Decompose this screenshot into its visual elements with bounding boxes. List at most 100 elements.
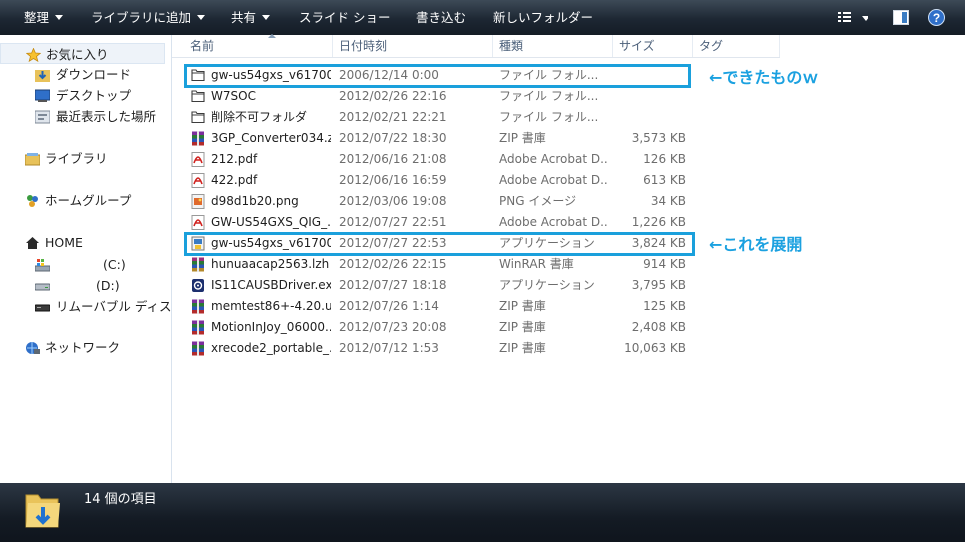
file-size: 10,063 KB [624, 341, 686, 355]
table-row[interactable]: hunuaacap2563.lzh 2012/02/26 22:15 WinRAR … [172, 254, 792, 275]
home-icon [25, 235, 40, 249]
share-label: 共有 [231, 10, 257, 25]
zip-file-icon [191, 341, 205, 356]
column-tags[interactable]: タグ [693, 35, 780, 57]
column-tags-label: タグ [699, 39, 724, 53]
nav-item-label: (D:) [96, 278, 120, 293]
file-type: ZIP 書庫 [499, 299, 546, 313]
table-row[interactable]: xrecode2_portable_... 2012/07/12 1:53 ZIP … [172, 338, 792, 359]
column-name-label: 名前 [190, 39, 215, 53]
new-folder-button[interactable]: 新しいフォルダー [493, 0, 593, 35]
file-name: MotionInJoy_06000... [211, 320, 331, 334]
file-date: 2012/02/26 22:15 [339, 257, 447, 271]
table-row[interactable]: GW-US54GXS_QIG_... 2012/07/27 22:51 Adobe … [172, 212, 792, 233]
table-row[interactable]: MotionInJoy_06000... 2012/07/23 20:08 ZIP … [172, 317, 792, 338]
nav-item-label: (C:) [103, 257, 126, 272]
column-size[interactable]: サイズ [613, 35, 693, 57]
organize-button[interactable]: 整理 [24, 0, 64, 35]
share-button[interactable]: 共有 [231, 0, 271, 35]
drive-icon [34, 278, 51, 292]
file-date: 2012/06/16 16:59 [339, 173, 447, 187]
file-size: 3,573 KB [631, 131, 686, 145]
file-type: ファイル フォル... [499, 89, 599, 103]
file-date: 2012/06/16 21:08 [339, 152, 447, 166]
system-drive-icon [34, 257, 51, 272]
file-date: 2012/07/23 20:08 [339, 320, 447, 334]
preview-pane-icon[interactable] [893, 10, 909, 28]
file-size: 3,795 KB [631, 278, 686, 292]
add-to-library-button[interactable]: ライブラリに追加 [91, 0, 206, 35]
table-row[interactable]: 削除不可フォルダ 2012/02/21 22:21 ファイル フォル... [172, 107, 792, 128]
organize-label: 整理 [24, 10, 50, 25]
download-folder-icon [35, 67, 50, 82]
column-type[interactable]: 種類 [493, 35, 613, 57]
file-size: 914 KB [643, 257, 686, 271]
file-type: アプリケーション [499, 278, 595, 292]
nav-item-label: デスクトップ [56, 88, 132, 103]
view-options-icon[interactable] [838, 12, 870, 27]
library-icon [24, 151, 41, 166]
file-date: 2012/07/27 18:18 [339, 278, 447, 292]
table-row[interactable]: W7SOC 2012/02/26 22:16 ファイル フォル... [172, 86, 792, 107]
zip-file-icon [191, 299, 205, 314]
table-row[interactable]: 422.pdf 2012/06/16 16:59 Adobe Acrobat D..… [172, 170, 792, 191]
table-row[interactable]: 3GP_Converter034.zip 2012/07/22 18:30 ZIP … [172, 128, 792, 149]
highlight-box-extracted [184, 64, 691, 88]
file-date: 2012/02/21 22:21 [339, 110, 447, 124]
add-to-library-label: ライブラリに追加 [91, 10, 192, 25]
file-type: Adobe Acrobat D... [499, 152, 609, 166]
file-size: 125 KB [643, 299, 686, 313]
exe-file-icon [191, 278, 205, 293]
file-date: 2012/07/22 18:30 [339, 131, 447, 145]
file-date: 2012/03/06 19:08 [339, 194, 447, 208]
file-name: d98d1b20.png [211, 194, 299, 208]
file-date: 2012/07/27 22:51 [339, 215, 447, 229]
table-row[interactable]: d98d1b20.png 2012/03/06 19:08 PNG イメージ 34 K… [172, 191, 792, 212]
rar-file-icon [191, 257, 205, 272]
file-date: 2012/07/12 1:53 [339, 341, 439, 355]
svg-text:?: ? [933, 11, 940, 25]
file-name: 削除不可フォルダ [211, 110, 308, 124]
desktop-icon [34, 88, 51, 102]
annotation-extract-this: ←これを展開 [709, 235, 803, 254]
nav-favorites[interactable]: お気に入り [0, 43, 165, 64]
file-name: memtest86+-4.20.u... [211, 299, 331, 313]
file-type: Adobe Acrobat D... [499, 215, 609, 229]
column-type-label: 種類 [499, 39, 524, 53]
table-row[interactable]: IS11CAUSBDriver.exe 2012/07/27 18:18 アプリケー… [172, 275, 792, 296]
file-name: xrecode2_portable_... [211, 341, 331, 355]
png-file-icon [191, 194, 205, 209]
recent-places-icon [34, 109, 51, 124]
nav-computer-label: HOME [45, 235, 83, 250]
help-icon[interactable]: ? [928, 9, 945, 29]
chevron-down-icon [262, 15, 271, 20]
command-bar: 整理 ライブラリに追加 共有 スライド ショー 書き込む 新しいフォルダー ? [0, 0, 965, 35]
table-row[interactable]: 212.pdf 2012/06/16 21:08 Adobe Acrobat D..… [172, 149, 792, 170]
file-type: PNG イメージ [499, 194, 577, 208]
item-count-status: 14 個の項目 [84, 492, 157, 507]
file-name: GW-US54GXS_QIG_... [211, 215, 331, 229]
folder-file-icon [191, 110, 205, 125]
column-name[interactable]: 名前 [184, 34, 333, 57]
zip-file-icon [191, 320, 205, 335]
file-type: WinRAR 書庫 [499, 257, 574, 271]
slideshow-button[interactable]: スライド ショー [299, 0, 390, 35]
file-size: 2,408 KB [631, 320, 686, 334]
table-row[interactable]: memtest86+-4.20.u... 2012/07/26 1:14 ZIP 書… [172, 296, 792, 317]
file-name: IS11CAUSBDriver.exe [211, 278, 331, 292]
nav-item-label: リムーバブル ディスク [56, 299, 184, 314]
navigation-pane: お気に入り ダウンロード デスクトップ 最近表示した場所 ライブラリ ホームグル… [0, 35, 184, 483]
burn-button[interactable]: 書き込む [416, 0, 466, 35]
file-size: 613 KB [643, 173, 686, 187]
file-date: 2012/07/26 1:14 [339, 299, 439, 313]
file-type: ZIP 書庫 [499, 320, 546, 334]
column-date[interactable]: 日付時刻 [333, 35, 493, 57]
network-icon [25, 340, 40, 354]
file-list-pane: 名前 日付時刻 種類 サイズ タグ gw-us54gxs_v61700 2006/… [172, 34, 965, 483]
nav-network-label: ネットワーク [45, 340, 121, 355]
file-name: 422.pdf [211, 173, 258, 187]
file-type: Adobe Acrobat D... [499, 173, 609, 187]
pdf-file-icon [191, 215, 205, 230]
chevron-down-icon [55, 15, 64, 20]
file-date: 2012/02/26 22:16 [339, 89, 447, 103]
